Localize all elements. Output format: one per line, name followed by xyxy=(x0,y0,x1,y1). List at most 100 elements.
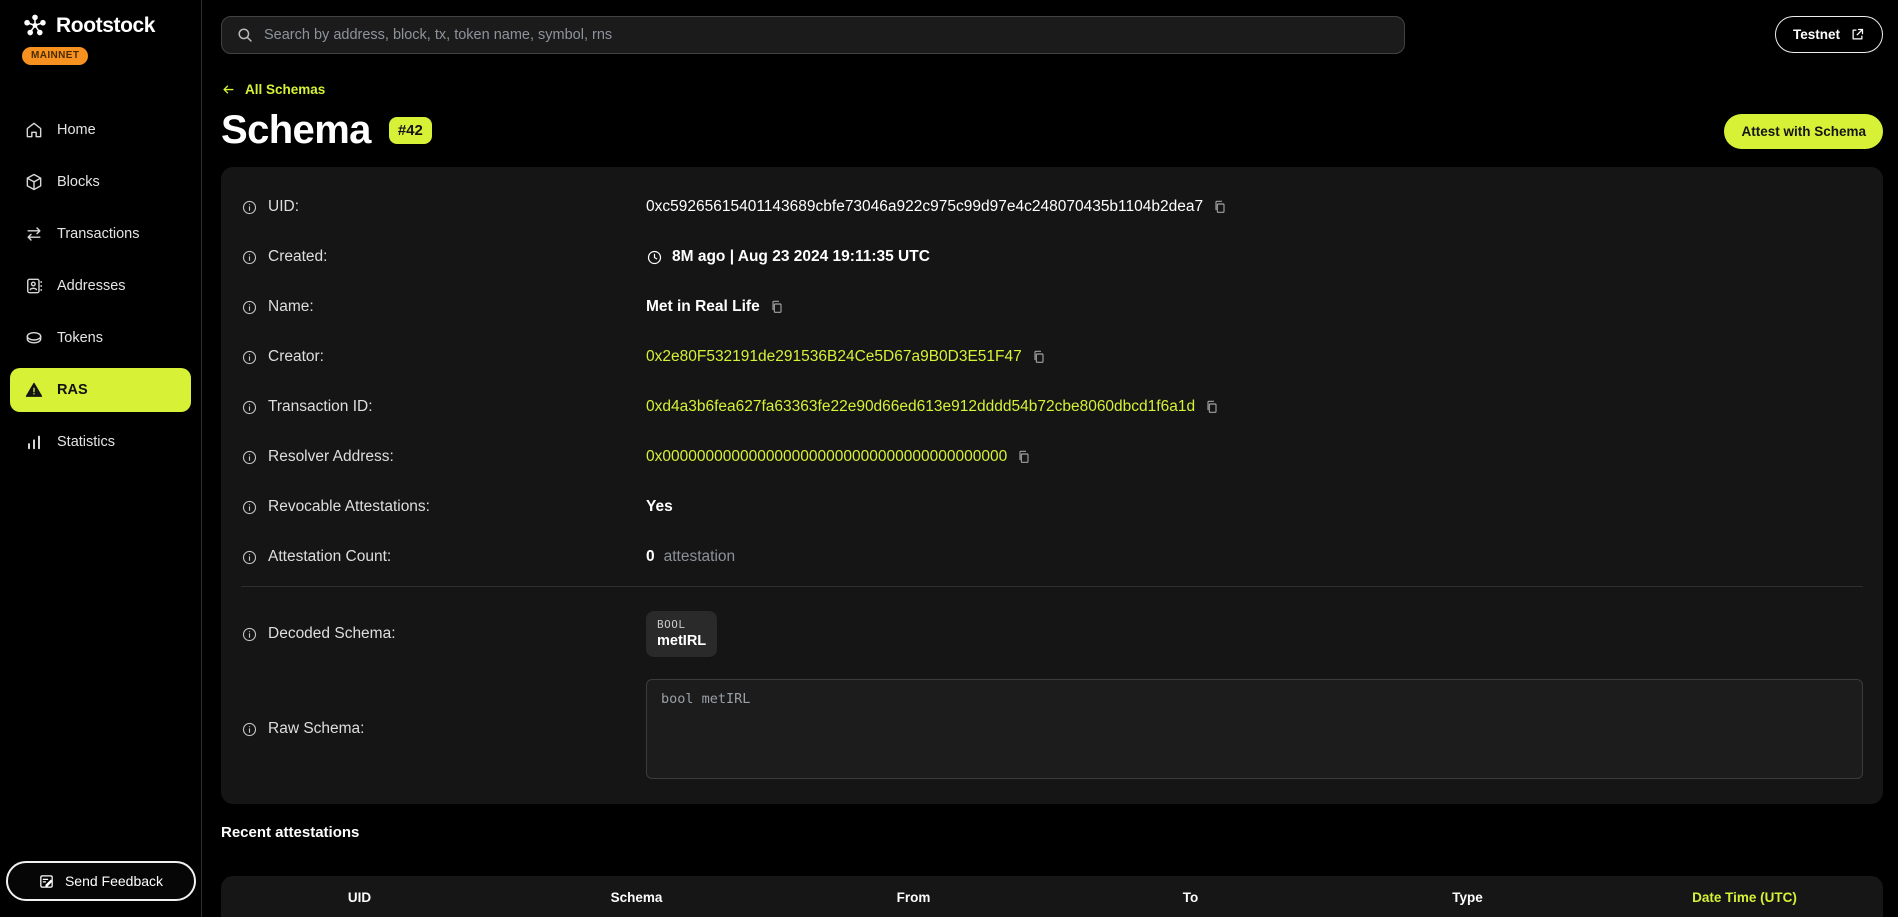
column-header-datetime[interactable]: Date Time (UTC) xyxy=(1606,890,1883,905)
sidebar-item-label: Statistics xyxy=(57,434,115,450)
detail-row-attestation-count: Attestation Count: 0 attestation xyxy=(241,532,1863,582)
detail-label: Resolver Address: xyxy=(268,448,394,466)
main-content: Testnet All Schemas Schema #42 Attest wi… xyxy=(202,0,1898,917)
detail-row-name: Name: Met in Real Life xyxy=(241,282,1863,332)
sidebar-item-label: RAS xyxy=(57,382,88,398)
sidebar-item-ras[interactable]: RAS xyxy=(10,368,191,412)
attest-with-schema-button[interactable]: Attest with Schema xyxy=(1724,114,1883,149)
info-icon xyxy=(241,349,258,366)
search-input[interactable] xyxy=(264,27,1390,43)
column-header-schema: Schema xyxy=(498,890,775,905)
network-badge: MAINNET xyxy=(22,47,88,65)
network-switch-label: Testnet xyxy=(1793,27,1840,42)
sidebar-item-label: Tokens xyxy=(57,330,103,346)
sidebar-item-tokens[interactable]: Tokens xyxy=(0,316,201,360)
search-bar[interactable] xyxy=(221,16,1405,54)
detail-label: Transaction ID: xyxy=(268,398,373,416)
sidebar-item-statistics[interactable]: Statistics xyxy=(0,420,201,464)
detail-label: Revocable Attestations: xyxy=(268,498,430,516)
network-switch-button[interactable]: Testnet xyxy=(1775,16,1883,53)
resolver-address-link[interactable]: 0x00000000000000000000000000000000000000… xyxy=(646,448,1007,466)
schema-number-badge: #42 xyxy=(389,117,432,144)
info-icon xyxy=(241,721,258,738)
column-header-from: From xyxy=(775,890,1052,905)
info-icon xyxy=(241,199,258,216)
detail-label: Created: xyxy=(268,248,327,266)
detail-row-revocable: Revocable Attestations: Yes xyxy=(241,482,1863,532)
sidebar: Rootstock MAINNET Home Blocks Transactio… xyxy=(0,0,202,917)
top-bar: Testnet xyxy=(221,16,1883,54)
copy-icon[interactable] xyxy=(1212,199,1228,215)
info-icon xyxy=(241,299,258,316)
info-icon xyxy=(241,399,258,416)
blocks-icon xyxy=(24,172,44,192)
sidebar-item-transactions[interactable]: Transactions xyxy=(0,212,201,256)
home-icon xyxy=(24,120,44,140)
raw-schema-textarea[interactable]: bool metIRL xyxy=(646,679,1863,779)
page-title: Schema xyxy=(221,109,371,151)
detail-row-resolver-address: Resolver Address: 0x00000000000000000000… xyxy=(241,432,1863,482)
send-feedback-label: Send Feedback xyxy=(65,873,163,889)
detail-label: Decoded Schema: xyxy=(268,625,396,643)
detail-row-created: Created: 8M ago | Aug 23 2024 19:11:35 U… xyxy=(241,232,1863,282)
detail-label: UID: xyxy=(268,198,299,216)
attestations-table: UID Schema From To Type Date Time (UTC) xyxy=(221,876,1883,917)
sidebar-item-label: Blocks xyxy=(57,174,100,190)
back-arrow-icon xyxy=(221,82,236,97)
sidebar-item-label: Home xyxy=(57,122,96,138)
title-row: Schema #42 Attest with Schema xyxy=(221,109,1883,151)
info-icon xyxy=(241,626,258,643)
info-icon xyxy=(241,549,258,566)
detail-label: Raw Schema: xyxy=(268,720,364,738)
breadcrumb-label: All Schemas xyxy=(245,82,325,97)
attestation-count-link[interactable]: attestation xyxy=(664,548,736,566)
send-feedback-button[interactable]: Send Feedback xyxy=(6,861,196,901)
rootstock-logo-icon xyxy=(21,12,49,40)
schema-details-card: UID: 0xc59265615401143689cbfe73046a922c9… xyxy=(221,167,1883,804)
copy-icon[interactable] xyxy=(769,299,785,315)
tokens-icon xyxy=(24,328,44,348)
column-header-uid: UID xyxy=(221,890,498,905)
copy-icon[interactable] xyxy=(1204,399,1220,415)
info-icon xyxy=(241,449,258,466)
transaction-id-link[interactable]: 0xd4a3b6fea627fa63363fe22e90d66ed613e912… xyxy=(646,398,1195,416)
info-icon xyxy=(241,249,258,266)
attestations-table-header: UID Schema From To Type Date Time (UTC) xyxy=(221,890,1883,905)
clock-icon xyxy=(646,249,663,266)
detail-row-transaction-id: Transaction ID: 0xd4a3b6fea627fa63363fe2… xyxy=(241,382,1863,432)
detail-row-decoded-schema: Decoded Schema: BOOL metIRL xyxy=(241,601,1863,667)
external-link-icon xyxy=(1850,27,1865,42)
breadcrumb[interactable]: All Schemas xyxy=(221,82,325,97)
sidebar-nav: Home Blocks Transactions Addresses xyxy=(0,108,201,464)
brand-logo[interactable]: Rootstock xyxy=(0,12,201,40)
sidebar-item-home[interactable]: Home xyxy=(0,108,201,152)
detail-label: Creator: xyxy=(268,348,324,366)
field-type: BOOL xyxy=(657,618,706,631)
created-value: 8M ago | Aug 23 2024 19:11:35 UTC xyxy=(672,248,930,266)
copy-icon[interactable] xyxy=(1031,349,1047,365)
statistics-icon xyxy=(24,432,44,452)
detail-row-raw-schema: Raw Schema: bool metIRL xyxy=(241,679,1863,779)
transactions-icon xyxy=(24,224,44,244)
sidebar-item-label: Addresses xyxy=(57,278,126,294)
detail-label: Name: xyxy=(268,298,314,316)
column-header-type: Type xyxy=(1329,890,1606,905)
sidebar-item-addresses[interactable]: Addresses xyxy=(0,264,201,308)
copy-icon[interactable] xyxy=(1016,449,1032,465)
info-icon xyxy=(241,499,258,516)
creator-address-link[interactable]: 0x2e80F532191de291536B24Ce5D67a9B0D3E51F… xyxy=(646,348,1022,366)
column-header-to: To xyxy=(1052,890,1329,905)
detail-label: Attestation Count: xyxy=(268,548,391,566)
decoded-schema-field: BOOL metIRL xyxy=(646,611,717,657)
search-icon xyxy=(236,26,254,44)
sidebar-spacer xyxy=(0,464,201,861)
field-name: metIRL xyxy=(657,633,706,649)
detail-row-uid: UID: 0xc59265615401143689cbfe73046a922c9… xyxy=(241,182,1863,232)
revocable-value: Yes xyxy=(646,498,673,516)
sidebar-item-blocks[interactable]: Blocks xyxy=(0,160,201,204)
detail-row-creator: Creator: 0x2e80F532191de291536B24Ce5D67a… xyxy=(241,332,1863,382)
brand-name: Rootstock xyxy=(56,14,155,38)
uid-value: 0xc59265615401143689cbfe73046a922c975c99… xyxy=(646,198,1203,216)
feedback-edit-icon xyxy=(38,873,55,890)
card-divider xyxy=(241,586,1863,587)
